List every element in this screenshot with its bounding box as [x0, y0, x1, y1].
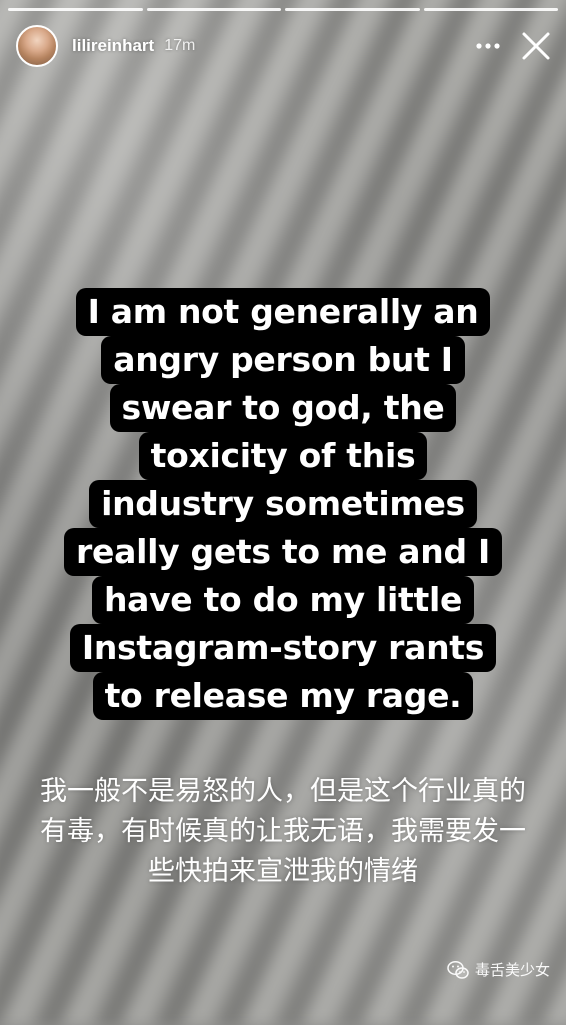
- caption-line: industry sometimes: [89, 480, 477, 528]
- post-time: 17m: [164, 37, 196, 54]
- story-text-caption: I am not generally an angry person but I…: [0, 288, 566, 720]
- watermark-text: 毒舌美少女: [474, 961, 550, 979]
- caption-line: angry person but I: [101, 336, 465, 384]
- caption-line: I am not generally an: [75, 288, 491, 336]
- caption-line: swear to god, the: [109, 384, 457, 432]
- progress-segment: [423, 8, 558, 11]
- caption-line: really gets to me and I: [64, 528, 502, 576]
- caption-line: have to do my little: [91, 576, 475, 624]
- chinese-translation: 我一般不是易怒的人，但是这个行业真的有毒，有时候真的让我无语，我需要发一些快拍来…: [40, 776, 526, 887]
- caption-line: to release my rage.: [92, 672, 474, 720]
- progress-segment: [8, 8, 143, 11]
- progress-segment: [146, 8, 281, 11]
- avatar[interactable]: [16, 25, 58, 67]
- more-icon[interactable]: [474, 32, 502, 60]
- wechat-icon: [447, 960, 469, 979]
- watermark: 毒舌美少女: [447, 959, 550, 980]
- progress-segment: [285, 8, 420, 11]
- close-icon[interactable]: [520, 30, 552, 62]
- story-header: lilireinhart 17m: [16, 22, 552, 70]
- username[interactable]: lilireinhart: [72, 36, 154, 56]
- caption-line: toxicity of this: [138, 432, 428, 480]
- caption-line: Instagram-story rants: [69, 624, 497, 672]
- story-progress-bar: [8, 8, 558, 11]
